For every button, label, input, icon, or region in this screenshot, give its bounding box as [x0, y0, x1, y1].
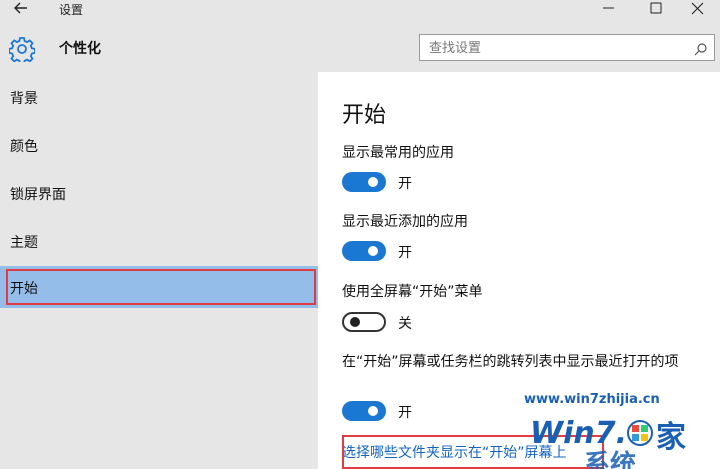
toggle-fullscreen-start[interactable]	[342, 312, 386, 332]
toggle-state-fullscreen-start: 关	[398, 316, 412, 332]
sidebar-item-background[interactable]: 背景	[0, 76, 318, 118]
svg-text:家: 家	[656, 420, 686, 455]
search-input[interactable]	[429, 39, 679, 57]
window-title: 设置	[59, 3, 84, 17]
header: 个性化	[0, 18, 720, 72]
sidebar-item-label: 主题	[10, 235, 38, 251]
svg-text:Win7.: Win7.	[530, 416, 627, 451]
setting-label-fullscreen-start: 使用全屏幕“开始”菜单	[342, 284, 483, 300]
sidebar-item-label: 锁屏界面	[10, 187, 66, 203]
section-title: 开始	[342, 103, 387, 128]
toggle-recent-items[interactable]	[342, 401, 386, 421]
sidebar-item-colors[interactable]: 颜色	[0, 124, 318, 166]
watermark-logo: Win7. 家 系统	[528, 403, 720, 469]
sidebar-item-start[interactable]: 开始	[0, 266, 318, 308]
close-button[interactable]	[675, 0, 720, 18]
toggle-state-recently-added: 开	[398, 245, 412, 261]
setting-label-recently-added: 显示最近添加的应用	[342, 214, 468, 230]
page-title: 个性化	[59, 41, 101, 57]
back-arrow-icon[interactable]	[12, 0, 32, 18]
sidebar: 背景 颜色 锁屏界面 主题 开始	[0, 72, 318, 469]
search-box[interactable]	[419, 34, 715, 61]
highlight-outline	[6, 269, 316, 305]
sidebar-item-themes[interactable]: 主题	[0, 220, 318, 262]
sidebar-item-label: 颜色	[10, 139, 38, 155]
setting-label-recent-items: 在“开始”屏幕或任务栏的跳转列表中显示最近打开的项	[342, 354, 679, 370]
sidebar-item-label: 背景	[10, 91, 38, 107]
toggle-state-most-used: 开	[398, 176, 412, 192]
gear-icon	[8, 36, 36, 65]
toggle-knob	[368, 177, 378, 187]
title-bar: 设置	[0, 0, 720, 18]
toggle-knob	[368, 406, 378, 416]
toggle-knob	[350, 317, 360, 327]
maximize-button[interactable]	[632, 0, 678, 18]
toggle-state-recent-items: 开	[398, 405, 412, 421]
toggle-knob	[368, 246, 378, 256]
minimize-button[interactable]	[586, 0, 632, 18]
sidebar-item-lock-screen[interactable]: 锁屏界面	[0, 172, 318, 214]
setting-label-most-used: 显示最常用的应用	[342, 145, 454, 161]
toggle-most-used[interactable]	[342, 172, 386, 192]
search-icon[interactable]	[694, 41, 708, 56]
svg-text:系统: 系统	[584, 449, 636, 469]
toggle-recently-added[interactable]	[342, 241, 386, 261]
